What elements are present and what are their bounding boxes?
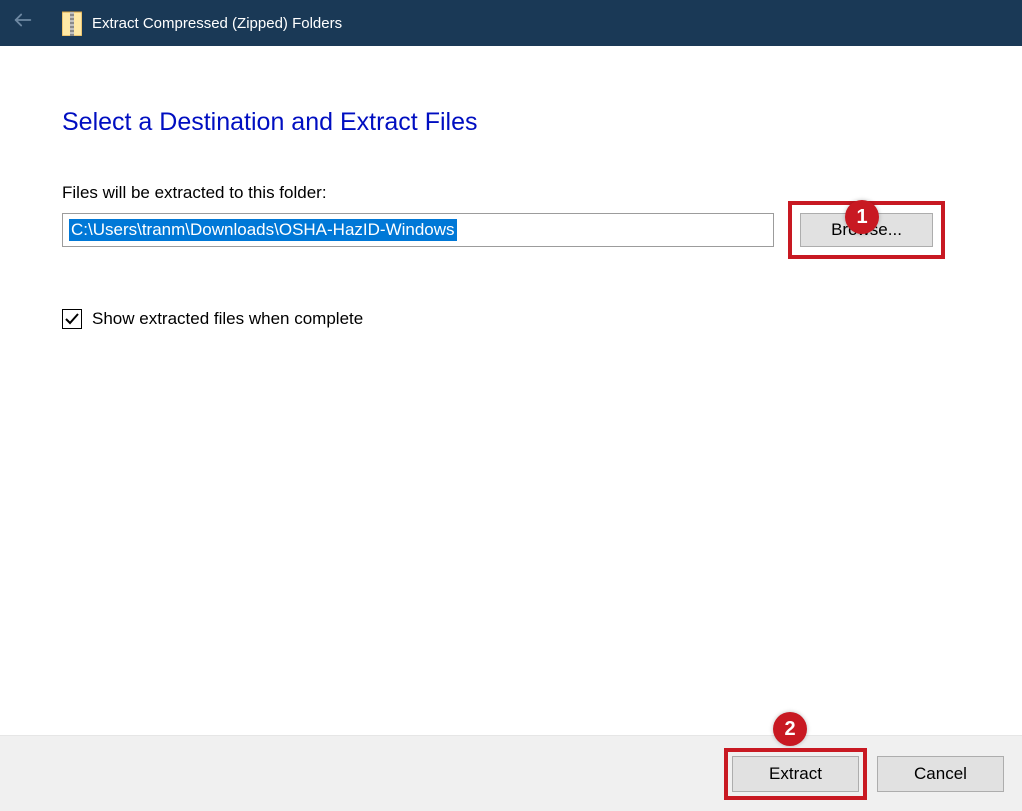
page-heading: Select a Destination and Extract Files	[62, 108, 960, 137]
show-extracted-label: Show extracted files when complete	[92, 309, 363, 329]
footer-bar: 2 Extract Cancel	[0, 735, 1022, 811]
title-bar: Extract Compressed (Zipped) Folders	[0, 0, 1022, 46]
show-extracted-checkbox-row[interactable]: Show extracted files when complete	[62, 309, 960, 329]
show-extracted-checkbox[interactable]	[62, 309, 82, 329]
annotation-badge-1: 1	[845, 200, 879, 234]
path-label: Files will be extracted to this folder:	[62, 183, 960, 203]
window-title: Extract Compressed (Zipped) Folders	[92, 15, 342, 32]
destination-path-text: C:\Users\tranm\Downloads\OSHA-HazID-Wind…	[69, 219, 457, 241]
zip-folder-icon	[62, 9, 82, 37]
destination-path-input[interactable]: C:\Users\tranm\Downloads\OSHA-HazID-Wind…	[62, 213, 774, 247]
back-arrow-icon	[12, 9, 34, 37]
extract-button-wrap: Extract	[732, 756, 859, 792]
path-row: C:\Users\tranm\Downloads\OSHA-HazID-Wind…	[62, 213, 960, 247]
extract-button[interactable]: Extract	[732, 756, 859, 792]
checkmark-icon	[64, 311, 80, 327]
content-area: Select a Destination and Extract Files F…	[0, 46, 1022, 735]
annotation-badge-2: 2	[773, 712, 807, 746]
cancel-button[interactable]: Cancel	[877, 756, 1004, 792]
